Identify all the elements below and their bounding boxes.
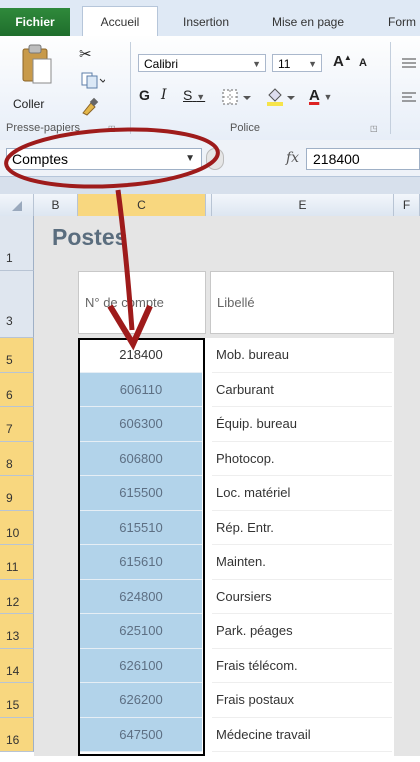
label-cell[interactable]: Coursiers [212,579,392,614]
font-color-button[interactable]: A ▼ [308,86,346,108]
row-header-11[interactable]: 11 [0,545,34,580]
row-header-7[interactable]: 7 [0,407,34,442]
label-cell[interactable]: Photocop. [212,441,392,476]
font-size-dropdown[interactable]: 11 ▼ [272,54,322,72]
bold-icon: G [139,87,150,103]
annotation-circle [4,127,220,189]
format-painter-button[interactable] [78,96,104,118]
tab-formulas[interactable]: Form [372,9,420,35]
paste-label: Coller [13,97,45,111]
copy-button[interactable] [78,70,110,92]
shrink-font-icon: A [359,57,367,69]
chevron-down-icon: ▼ [196,92,206,102]
copy-icon [81,72,107,89]
shrink-font-button[interactable]: A [358,56,376,76]
align-left-icon[interactable] [400,90,418,104]
selection-range-outline [78,338,205,756]
underline-button[interactable]: S ▼ [182,86,214,108]
paste-button[interactable]: Coller [8,42,62,118]
grow-font-button[interactable]: A▲ [332,52,354,76]
chevron-down-icon: ▼ [308,59,317,69]
bold-button[interactable]: G [138,86,156,108]
row-header-16[interactable]: 16 [0,717,34,752]
label-cell[interactable]: Équip. bureau [212,407,392,442]
tab-file[interactable]: Fichier [0,8,70,36]
italic-button[interactable]: I [160,86,178,108]
row-header-13[interactable]: 13 [0,614,34,649]
paintbrush-icon [82,97,99,116]
borders-button[interactable] [220,86,258,108]
row-header-12[interactable]: 12 [0,579,34,614]
ribbon-tab-bar: Fichier Accueil Insertion Mise en page F… [0,0,420,37]
annotation-arrow-shaft [115,189,135,331]
tab-insert[interactable]: Insertion [166,9,246,35]
label-cell[interactable]: Médecine travail [212,717,392,752]
chevron-down-icon: ▼ [252,59,261,69]
font-size-value: 11 [278,57,291,71]
tab-home[interactable]: Accueil [82,6,158,37]
chevron-down-icon: ▼ [323,92,333,102]
label-cell[interactable]: Loc. matériel [212,476,392,511]
italic-icon: I [161,87,167,103]
align-top-icon[interactable] [400,56,418,70]
grow-font-icon: A [333,53,344,70]
clipboard-icon [22,44,52,84]
row-header-10[interactable]: 10 [0,510,34,545]
row-header-14[interactable]: 14 [0,648,34,683]
font-family-dropdown[interactable]: Calibri ▼ [138,54,266,72]
underline-icon: S [183,87,193,103]
label-cell[interactable]: Park. péages [212,614,392,649]
row-header-9[interactable]: 9 [0,476,34,511]
fill-color-button[interactable] [264,86,302,108]
scissors-icon: ✂ [79,46,92,63]
label-cell[interactable]: Frais postaux [212,683,392,718]
row-header-8[interactable]: 8 [0,441,34,476]
label-cell[interactable]: Frais télécom. [212,648,392,683]
paint-bucket-icon [267,88,295,106]
label-cell[interactable]: Rép. Entr. [212,510,392,545]
annotation-overlay [4,127,220,351]
tab-page-layout[interactable]: Mise en page [258,9,358,35]
cut-button[interactable]: ✂ [78,44,106,66]
row-header-15[interactable]: 15 [0,683,34,718]
label-cell[interactable]: Mainten. [212,545,392,580]
font-color-icon: A [309,87,320,104]
font-family-value: Calibri [144,57,179,71]
borders-icon [222,89,251,105]
